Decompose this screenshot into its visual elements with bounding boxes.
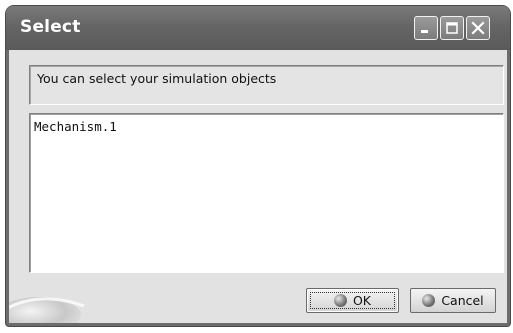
select-dialog: Select You can select your simulation ob… bbox=[6, 6, 510, 326]
cancel-button-label: Cancel bbox=[441, 293, 484, 308]
catia-swoosh-logo bbox=[9, 297, 85, 323]
focus-ring bbox=[310, 292, 395, 309]
maximize-icon bbox=[446, 22, 458, 34]
simulation-objects-list[interactable]: Mechanism.1 bbox=[29, 113, 504, 273]
dialog-body: You can select your simulation objects M… bbox=[9, 50, 507, 323]
close-icon bbox=[471, 21, 485, 35]
list-item[interactable]: Mechanism.1 bbox=[34, 119, 117, 134]
dialog-title: Select bbox=[20, 17, 81, 37]
minimize-button[interactable] bbox=[414, 16, 438, 40]
cancel-button[interactable]: Cancel bbox=[410, 288, 496, 313]
minimize-icon bbox=[421, 30, 428, 33]
cancel-ball-icon bbox=[422, 294, 436, 307]
maximize-button[interactable] bbox=[440, 16, 464, 40]
message-panel: You can select your simulation objects bbox=[29, 65, 504, 105]
close-button[interactable] bbox=[466, 16, 490, 40]
instruction-text: You can select your simulation objects bbox=[37, 71, 277, 86]
ok-button[interactable]: OK bbox=[306, 288, 399, 313]
title-bar[interactable]: Select bbox=[6, 6, 510, 50]
